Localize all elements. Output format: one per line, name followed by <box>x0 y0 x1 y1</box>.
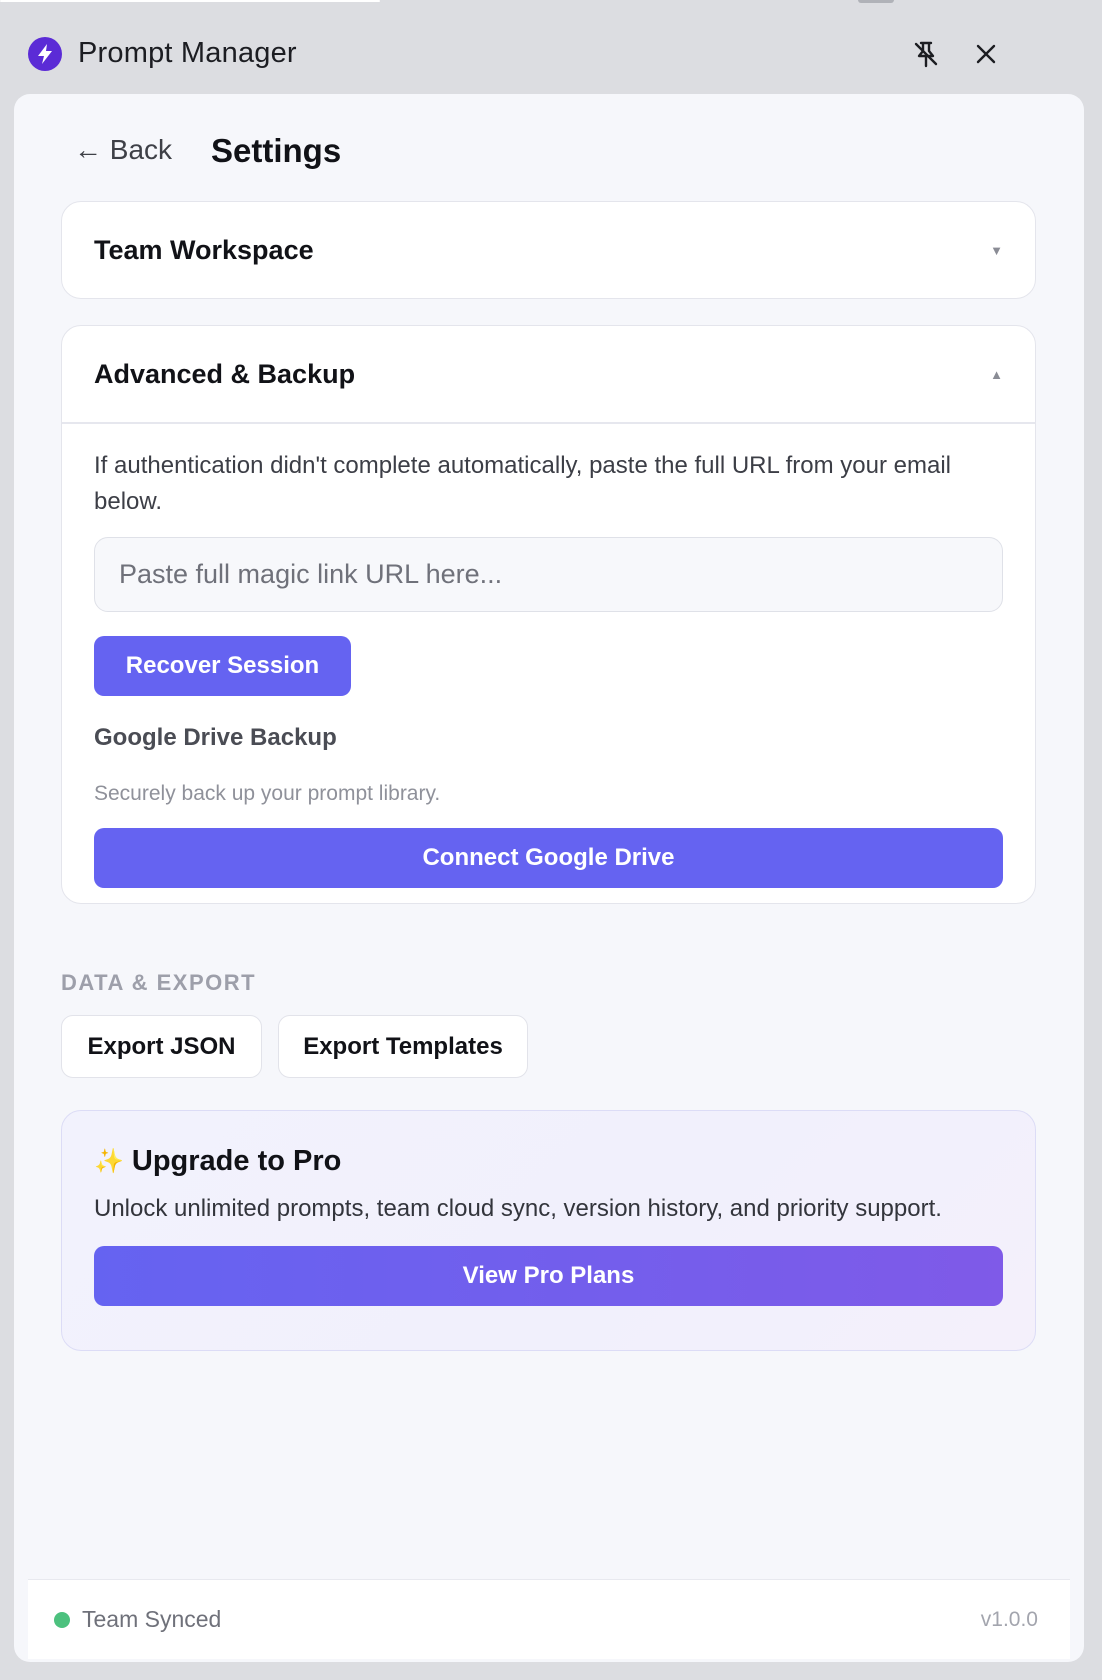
export-templates-button[interactable]: Export Templates <box>278 1015 528 1078</box>
status-footer: Team Synced v1.0.0 <box>28 1579 1070 1659</box>
chevron-up-icon: ▲ <box>990 366 1003 382</box>
export-json-button[interactable]: Export JSON <box>61 1015 262 1078</box>
upgrade-pro-card: ✨ Upgrade to Pro Unlock unlimited prompt… <box>61 1110 1036 1351</box>
upgrade-pro-title: Upgrade to Pro <box>131 1145 342 1177</box>
team-workspace-card: Team Workspace ▼ <box>61 201 1036 299</box>
team-workspace-header[interactable]: Team Workspace ▼ <box>62 202 1035 298</box>
connect-google-drive-button[interactable]: Connect Google Drive <box>94 827 1003 888</box>
close-icon <box>976 44 996 64</box>
app-title: Prompt Manager <box>78 37 297 69</box>
back-button[interactable]: ← Back <box>74 134 172 166</box>
close-button[interactable] <box>968 36 1004 72</box>
title-bar: Prompt Manager <box>0 0 1102 94</box>
advanced-backup-header[interactable]: Advanced & Backup ▲ <box>62 326 1035 422</box>
advanced-backup-body: If authentication didn't complete automa… <box>62 424 1035 920</box>
upgrade-pro-heading: ✨ Upgrade to Pro <box>94 1145 1003 1178</box>
status-dot-icon <box>54 1611 70 1628</box>
sparkles-icon: ✨ <box>94 1148 124 1175</box>
chevron-down-icon: ▼ <box>990 242 1003 258</box>
team-workspace-title: Team Workspace <box>94 234 314 265</box>
auth-help-text: If authentication didn't complete automa… <box>94 451 952 515</box>
advanced-backup-title: Advanced & Backup <box>94 358 356 389</box>
lightning-bolt-icon <box>28 37 62 71</box>
sync-status: Team Synced <box>54 1606 221 1633</box>
version-label: v1.0.0 <box>980 1607 1038 1631</box>
unpin-button[interactable] <box>908 36 944 72</box>
advanced-backup-card: Advanced & Backup ▲ If authentication di… <box>61 325 1036 904</box>
magic-link-url-input[interactable] <box>94 536 1003 612</box>
sync-status-label: Team Synced <box>82 1606 222 1632</box>
view-pro-plans-button[interactable]: View Pro Plans <box>94 1246 1003 1306</box>
gdrive-backup-description: Securely back up your prompt library. <box>94 781 441 805</box>
settings-panel: ← Back Settings Team Workspace ▼ Advance… <box>14 94 1084 1662</box>
data-export-label: DATA & EXPORT <box>61 970 257 995</box>
unpin-icon <box>914 41 938 68</box>
recover-session-button[interactable]: Recover Session <box>94 635 351 696</box>
gdrive-backup-title: Google Drive Backup <box>94 723 337 751</box>
page-title: Settings <box>211 132 342 169</box>
upgrade-pro-description: Unlock unlimited prompts, team cloud syn… <box>94 1195 942 1222</box>
